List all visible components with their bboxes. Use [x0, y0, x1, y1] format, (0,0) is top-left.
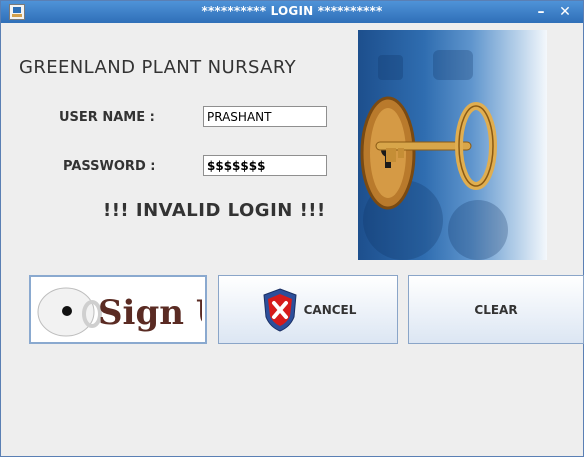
- window-title: ********** LOGIN **********: [201, 4, 383, 18]
- cancel-shield-icon: [263, 287, 297, 332]
- login-window: ********** LOGIN ********** – ✕ GREENLAN…: [0, 0, 584, 457]
- clear-label: CLEAR: [474, 302, 518, 317]
- cancel-button[interactable]: CANCEL: [218, 275, 398, 344]
- title-bar[interactable]: ********** LOGIN ********** – ✕: [1, 1, 583, 23]
- signup-button[interactable]: Sign Up: [29, 275, 207, 344]
- username-label: USER NAME :: [59, 110, 155, 125]
- cancel-label: CANCEL: [303, 302, 357, 317]
- brand-title: GREENLAND PLANT NURSARY: [19, 57, 297, 78]
- password-field[interactable]: [203, 155, 327, 176]
- minimize-icon[interactable]: –: [533, 5, 549, 19]
- username-field[interactable]: [203, 106, 327, 127]
- key-lock-image: [358, 30, 547, 260]
- close-icon[interactable]: ✕: [557, 5, 573, 19]
- key-icon: [360, 50, 508, 260]
- signup-mug-graphic: Sign Up: [37, 287, 202, 336]
- signup-label: Sign Up: [98, 293, 202, 333]
- clear-button[interactable]: CLEAR: [408, 275, 584, 344]
- password-label: PASSWORD :: [63, 159, 156, 174]
- error-message: !!! INVALID LOGIN !!!: [103, 200, 326, 221]
